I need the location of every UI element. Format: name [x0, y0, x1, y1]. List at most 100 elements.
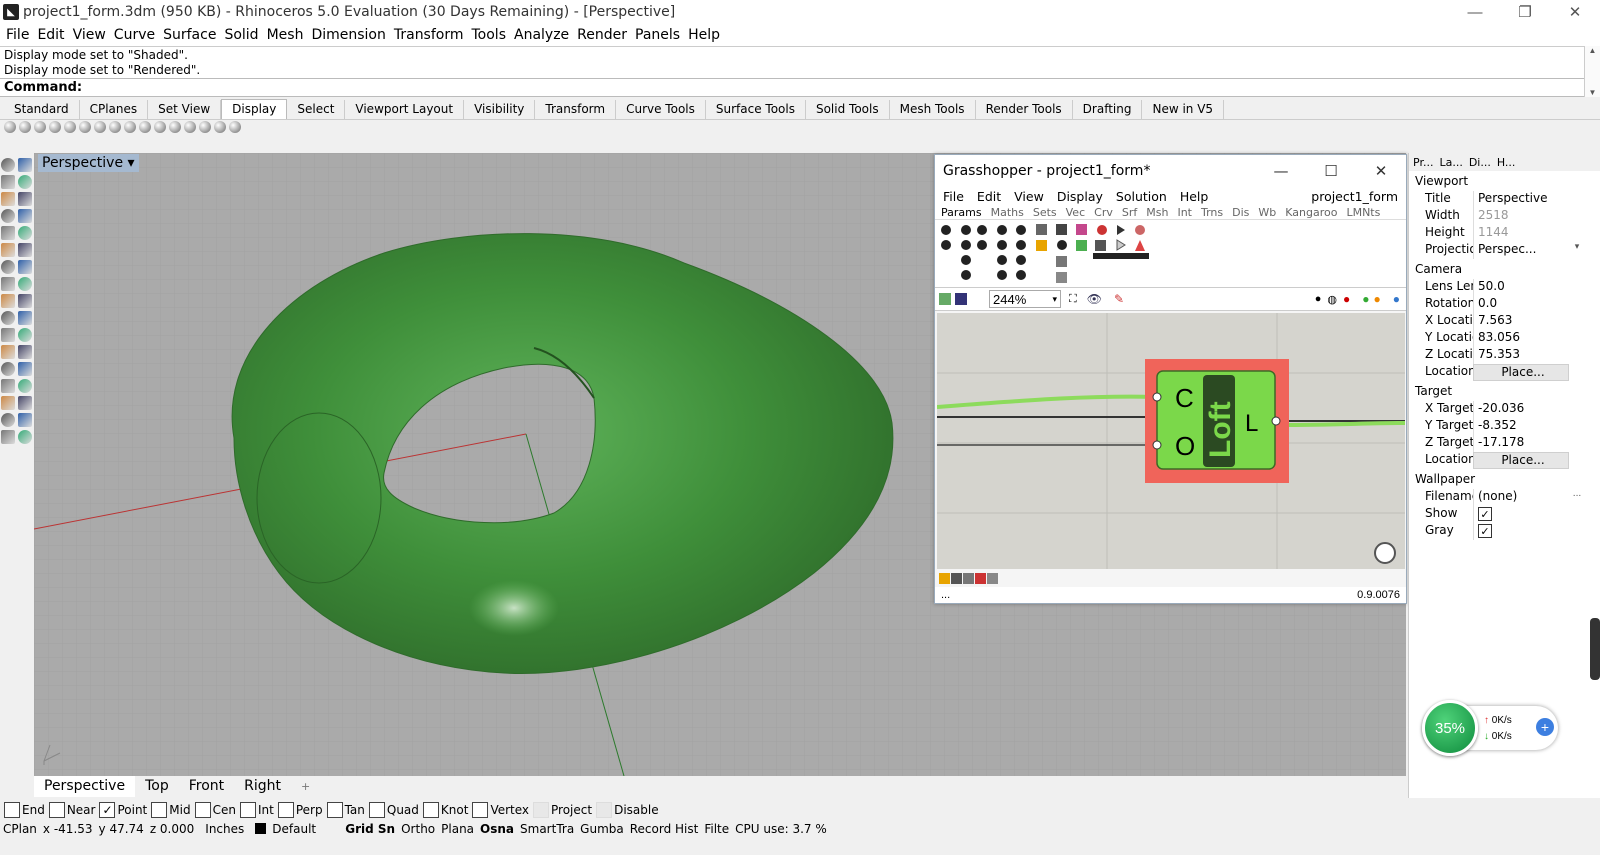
record-history-toggle[interactable]: Record Hist [627, 822, 702, 836]
osnap-checkbox[interactable] [472, 801, 489, 818]
osnap-checkbox[interactable] [326, 801, 343, 818]
gh-tab-crv[interactable]: Crv [1094, 206, 1113, 219]
side-scroll-handle[interactable] [1590, 618, 1600, 680]
tool-icon[interactable] [18, 396, 32, 410]
widget-plus-button[interactable]: + [1536, 718, 1554, 736]
network-speed-widget[interactable]: 35% ↑ 0K/s ↓ 0K/s + [1422, 700, 1558, 756]
add-viewport-tab-icon[interactable]: + [291, 776, 320, 797]
tab-visibility[interactable]: Visibility [464, 100, 536, 119]
capture-icon[interactable] [214, 121, 226, 133]
property-checkbox-cell[interactable]: ✓ [1473, 506, 1569, 523]
osnap-checkbox[interactable] [533, 801, 550, 818]
osnap-checkbox[interactable]: ✓ [99, 801, 116, 818]
tool-icon[interactable] [1, 311, 15, 325]
menu-view[interactable]: View [69, 27, 110, 43]
gh-tab-wb[interactable]: Wb [1258, 206, 1276, 219]
gh-tab-dis[interactable]: Dis [1232, 206, 1249, 219]
gh-tab-maths[interactable]: Maths [991, 206, 1024, 219]
rendered-icon[interactable] [34, 121, 46, 133]
tool-icon[interactable] [1, 209, 15, 223]
pen-icon[interactable] [109, 121, 121, 133]
osnap-checkbox[interactable] [4, 801, 20, 818]
tool-icon[interactable] [1, 379, 15, 393]
gh-tab-params[interactable]: Params [941, 206, 982, 220]
tab-viewport-layout[interactable]: Viewport Layout [345, 100, 465, 119]
canvas-compass-icon[interactable] [1374, 542, 1396, 564]
tab-render-tools[interactable]: Render Tools [976, 100, 1073, 119]
tool-icon[interactable] [1, 396, 15, 410]
osnap-checkbox[interactable] [422, 801, 439, 818]
property-value[interactable]: Perspective [1473, 191, 1569, 208]
command-line[interactable]: Command: [0, 78, 1600, 97]
grid-snap-toggle[interactable]: Grid Sn [342, 822, 398, 836]
tab-standard[interactable]: Standard [4, 100, 80, 119]
menu-edit[interactable]: Edit [33, 27, 68, 43]
gumball-toggle[interactable]: Gumba [577, 822, 627, 836]
tab-cplanes[interactable]: CPlanes [80, 100, 149, 119]
tab-mesh-tools[interactable]: Mesh Tools [890, 100, 976, 119]
preview-eye-icon[interactable]: 👁 [1087, 292, 1102, 306]
osnap-vertex[interactable]: Vertex [472, 801, 529, 818]
gh-tab-srf[interactable]: Srf [1122, 206, 1137, 219]
osnap-toggle[interactable]: Osna [477, 822, 517, 836]
preview-wire-icon[interactable]: ◍ [1327, 293, 1337, 306]
gh-document-name[interactable]: project1_form [1311, 189, 1398, 204]
tool-icon[interactable] [1, 413, 15, 427]
tab-set-view[interactable]: Set View [148, 100, 222, 119]
preview-shaded-icon[interactable]: ● [1343, 292, 1350, 306]
tool-icon[interactable] [18, 277, 32, 291]
grasshopper-canvas[interactable]: C O L Loft [937, 313, 1405, 569]
tool-icon[interactable] [1, 226, 15, 240]
sun-icon[interactable] [169, 121, 181, 133]
property-checkbox[interactable]: ✓ [1478, 524, 1492, 538]
tool-icon[interactable] [1, 192, 15, 206]
osnap-tan[interactable]: Tan [326, 801, 365, 818]
preview-off-icon[interactable]: ● [1315, 293, 1322, 305]
property-checkbox-cell[interactable]: ✓ [1473, 523, 1569, 540]
panel-tab-properties[interactable]: Pr... [1413, 156, 1433, 169]
tab-display[interactable]: Display [221, 99, 288, 119]
tool-icon[interactable] [18, 345, 32, 359]
gh-menu-file[interactable]: File [943, 189, 964, 204]
panel-tab-layers[interactable]: La... [1439, 156, 1462, 169]
menu-tools[interactable]: Tools [468, 27, 511, 43]
artistic-icon[interactable] [94, 121, 106, 133]
loft-input-o[interactable]: O [1175, 431, 1195, 461]
tool-icon[interactable] [18, 226, 32, 240]
tool-icon[interactable] [18, 379, 32, 393]
viewport-tab-right[interactable]: Right [234, 776, 291, 797]
osnap-checkbox[interactable] [151, 801, 168, 818]
tool-icon[interactable] [18, 328, 32, 342]
gh-menu-help[interactable]: Help [1180, 189, 1209, 204]
tool-icon[interactable] [1, 158, 15, 172]
tool-icon[interactable] [18, 430, 32, 444]
ghosted-icon[interactable] [49, 121, 61, 133]
tool-icon[interactable] [18, 413, 32, 427]
viewport-tab-perspective[interactable]: Perspective [34, 776, 136, 797]
gh-tab-vec[interactable]: Vec [1066, 206, 1086, 219]
tool-icon[interactable] [18, 192, 32, 206]
osnap-point[interactable]: ✓ Point [99, 801, 147, 818]
osnap-mid[interactable]: Mid [151, 801, 191, 818]
menu-help[interactable]: Help [684, 27, 724, 43]
property-value[interactable]: 75.353 [1473, 347, 1569, 364]
gh-minimize-button[interactable]: — [1256, 155, 1306, 186]
chevron-down-icon[interactable]: ▾ [1569, 242, 1585, 259]
menu-analyze[interactable]: Analyze [510, 27, 573, 43]
osnap-checkbox[interactable] [596, 801, 613, 818]
tool-icon[interactable] [18, 260, 32, 274]
browse-button[interactable]: ... [1569, 489, 1585, 506]
tab-select[interactable]: Select [287, 100, 346, 119]
gh-menu-edit[interactable]: Edit [977, 189, 1001, 204]
osnap-end[interactable]: End [4, 801, 45, 818]
tool-icon[interactable] [1, 260, 15, 274]
osnap-checkbox[interactable] [277, 801, 294, 818]
property-value[interactable]: -20.036 [1473, 401, 1569, 418]
tab-drafting[interactable]: Drafting [1073, 100, 1143, 119]
tool-icon[interactable] [18, 243, 32, 257]
tool-icon[interactable] [1, 430, 15, 444]
units-indicator[interactable]: Inches [197, 822, 252, 836]
property-value[interactable]: Perspec... [1473, 242, 1569, 259]
menu-curve[interactable]: Curve [110, 27, 159, 43]
menu-surface[interactable]: Surface [159, 27, 220, 43]
